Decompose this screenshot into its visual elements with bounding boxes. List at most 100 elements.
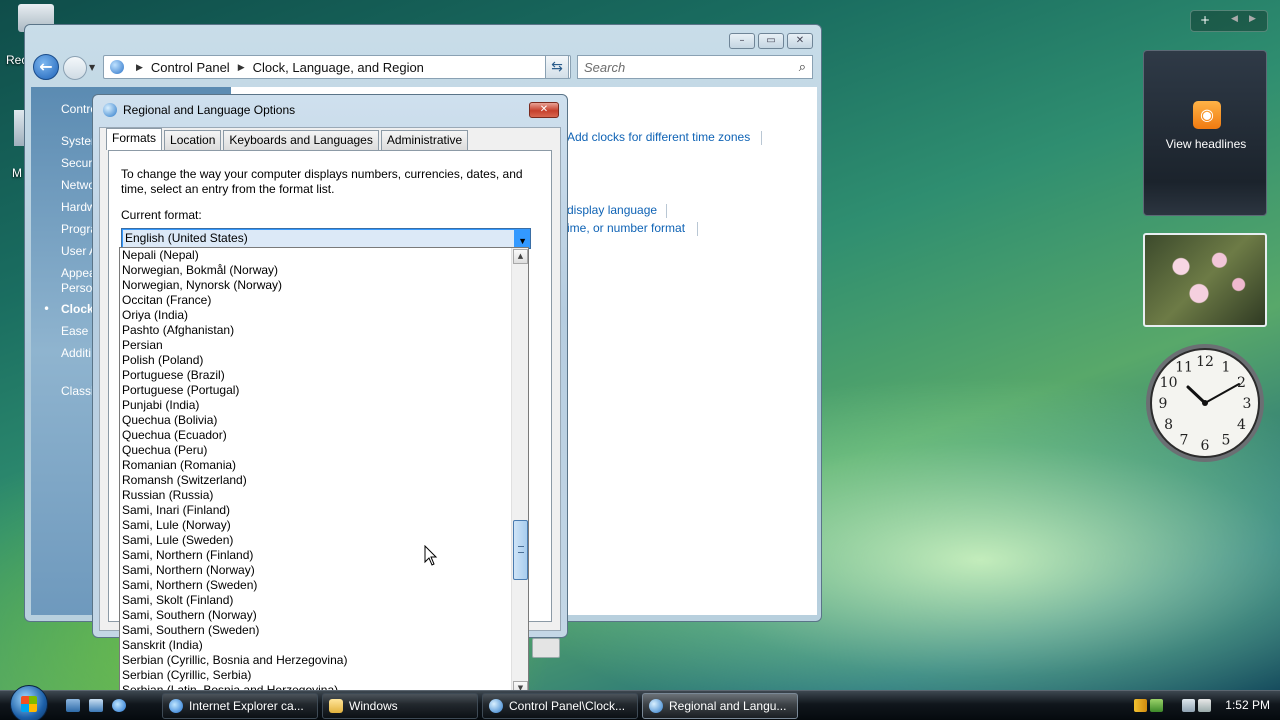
change-display-language-link[interactable]: display language: [567, 203, 657, 217]
previous-icon[interactable]: ◀: [1231, 14, 1238, 24]
sidebar-item-hardware[interactable]: Hardw: [61, 200, 96, 214]
format-option[interactable]: Sami, Northern (Finland): [120, 548, 512, 563]
internet-explorer-icon: [169, 699, 183, 713]
format-option[interactable]: Serbian (Cyrillic, Bosnia and Herzegovin…: [120, 653, 512, 668]
dialog-button[interactable]: [532, 638, 560, 658]
network-icon[interactable]: [1182, 699, 1195, 712]
scroll-up-arrow-icon[interactable]: ▲: [513, 249, 528, 264]
volume-muted-icon[interactable]: [1198, 699, 1211, 712]
clock-center: [1202, 400, 1208, 406]
format-option[interactable]: Punjabi (India): [120, 398, 512, 413]
format-option[interactable]: Sami, Southern (Sweden): [120, 623, 512, 638]
format-option[interactable]: Romansh (Switzerland): [120, 473, 512, 488]
format-option[interactable]: Sami, Southern (Norway): [120, 608, 512, 623]
breadcrumb-separator-icon[interactable]: ▶: [238, 62, 245, 73]
tab-administrative[interactable]: Administrative: [380, 130, 469, 150]
add-gadget-icon[interactable]: +: [1200, 13, 1210, 27]
refresh-icon[interactable]: ⇆: [545, 55, 569, 79]
taskbar-label: Internet Explorer ca...: [189, 699, 304, 713]
format-option[interactable]: Quechua (Bolivia): [120, 413, 512, 428]
forward-arrow-icon[interactable]: [63, 56, 87, 80]
start-button[interactable]: [10, 685, 48, 720]
format-option[interactable]: Sanskrit (India): [120, 638, 512, 653]
switch-windows-icon[interactable]: [89, 699, 103, 712]
minimize-icon[interactable]: –: [729, 33, 755, 49]
change-number-format-link[interactable]: ime, or number format: [567, 221, 685, 235]
address-bar[interactable]: ▶ Control Panel ▶ Clock, Language, and R…: [103, 55, 571, 79]
format-option[interactable]: Norwegian, Bokmål (Norway): [120, 263, 512, 278]
taskbar-label: Regional and Langu...: [669, 699, 787, 713]
taskbar-button-windows[interactable]: Windows: [322, 693, 478, 719]
format-option[interactable]: Sami, Skolt (Finland): [120, 593, 512, 608]
breadcrumb-control-panel[interactable]: Control Panel: [151, 60, 230, 75]
breadcrumb-clock-language-region[interactable]: Clock, Language, and Region: [253, 60, 424, 75]
tab-formats[interactable]: Formats: [106, 128, 163, 150]
search-input[interactable]: Search ⌕: [577, 55, 813, 79]
system-clock[interactable]: 1:52 PM: [1225, 698, 1270, 712]
windows-defender-icon[interactable]: [1150, 699, 1163, 712]
globe-icon: [649, 699, 663, 713]
security-shield-icon[interactable]: [1134, 699, 1147, 712]
format-option[interactable]: Sami, Lule (Sweden): [120, 533, 512, 548]
internet-explorer-icon[interactable]: [112, 699, 126, 712]
control-panel-icon: [489, 699, 503, 713]
current-format-select[interactable]: English (United States) ▼: [121, 228, 531, 249]
maximize-icon[interactable]: ▭: [758, 33, 784, 49]
taskbar-label: Control Panel\Clock...: [509, 699, 626, 713]
taskbar-button-regional-language[interactable]: Regional and Langu...: [642, 693, 798, 719]
taskbar-button-control-panel[interactable]: Control Panel\Clock...: [482, 693, 638, 719]
tab-keyboards-and-languages[interactable]: Keyboards and Languages: [223, 130, 379, 150]
navigation-bar: ← ▼ ▶ Control Panel ▶ Clock, Language, a…: [25, 53, 821, 83]
view-headlines-label[interactable]: View headlines: [1144, 137, 1268, 151]
close-icon[interactable]: ✕: [529, 102, 559, 118]
sidebar-item-security[interactable]: Securi: [61, 156, 95, 170]
feed-headlines-gadget[interactable]: ◉ View headlines: [1143, 50, 1267, 216]
scrollbar-thumb[interactable]: [513, 520, 528, 580]
show-desktop-icon[interactable]: [66, 699, 80, 712]
format-option[interactable]: Portuguese (Brazil): [120, 368, 512, 383]
clock-numeral: 11: [1175, 360, 1193, 376]
format-option[interactable]: Portuguese (Portugal): [120, 383, 512, 398]
taskbar: Internet Explorer ca... Windows Control …: [0, 685, 1280, 720]
slideshow-gadget[interactable]: [1143, 233, 1267, 327]
sidebar-item-classic-view[interactable]: Classi: [61, 384, 94, 398]
format-option[interactable]: Occitan (France): [120, 293, 512, 308]
format-option[interactable]: Norwegian, Nynorsk (Norway): [120, 278, 512, 293]
format-option[interactable]: Romanian (Romania): [120, 458, 512, 473]
format-dropdown-list[interactable]: Nepali (Nepal) Norwegian, Bokmål (Norway)…: [119, 247, 529, 698]
clock-gadget[interactable]: 12 12 3 45678 9 1011: [1144, 342, 1266, 464]
sidebar-item-system[interactable]: Syster: [61, 134, 95, 148]
tab-location[interactable]: Location: [164, 130, 222, 150]
clock-numeral: 5: [1222, 432, 1231, 448]
sidebar-item-network[interactable]: Netwo: [61, 178, 95, 192]
format-option[interactable]: Sami, Lule (Norway): [120, 518, 512, 533]
format-option[interactable]: Oriya (India): [120, 308, 512, 323]
format-option[interactable]: Persian: [120, 338, 512, 353]
recent-pages-chevron-icon[interactable]: ▼: [89, 63, 95, 72]
format-option[interactable]: Russian (Russia): [120, 488, 512, 503]
globe-icon: [103, 103, 117, 117]
taskbar-button-internet-explorer[interactable]: Internet Explorer ca...: [162, 693, 318, 719]
format-option[interactable]: Sami, Northern (Norway): [120, 563, 512, 578]
search-icon[interactable]: ⌕: [799, 59, 806, 75]
format-option[interactable]: Polish (Poland): [120, 353, 512, 368]
format-option[interactable]: Sami, Northern (Sweden): [120, 578, 512, 593]
format-option[interactable]: Quechua (Peru): [120, 443, 512, 458]
format-option[interactable]: Serbian (Cyrillic, Serbia): [120, 668, 512, 683]
close-icon[interactable]: ✕: [787, 33, 813, 49]
next-icon[interactable]: ▶: [1249, 14, 1256, 24]
format-option[interactable]: Sami, Inari (Finland): [120, 503, 512, 518]
format-option[interactable]: Quechua (Ecuador): [120, 428, 512, 443]
notification-area: 1:52 PM: [1126, 691, 1280, 720]
format-option[interactable]: Pashto (Afghanistan): [120, 323, 512, 338]
clock-numeral: 9: [1159, 396, 1168, 412]
breadcrumb-separator-icon[interactable]: ▶: [136, 62, 143, 73]
back-arrow-icon[interactable]: ←: [33, 54, 59, 80]
formats-description: To change the way your computer displays…: [121, 167, 523, 196]
add-clocks-link[interactable]: Add clocks for different time zones: [567, 130, 750, 144]
sidebar-item-appearance[interactable]: Appea: [61, 266, 96, 280]
format-option[interactable]: Nepali (Nepal): [120, 248, 512, 263]
sidebar-item-additional-options[interactable]: Additi: [61, 346, 91, 360]
clock-numeral: 8: [1164, 417, 1173, 433]
dropdown-scrollbar[interactable]: ▲ ▼: [511, 248, 528, 697]
